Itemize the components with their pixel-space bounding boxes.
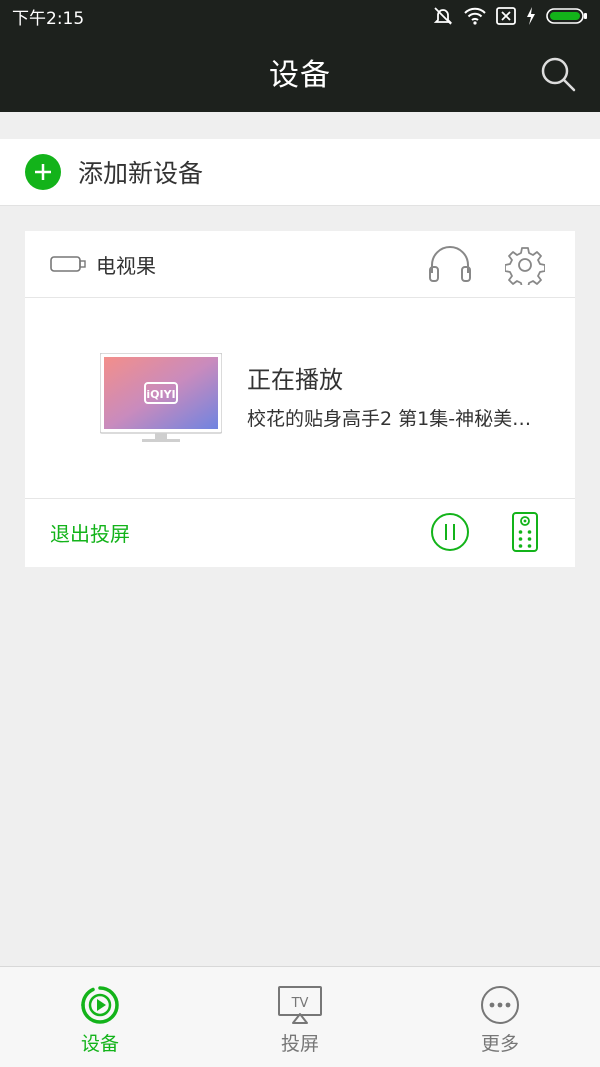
status-icons <box>432 6 588 26</box>
mute-icon <box>433 7 453 25</box>
plus-icon <box>25 154 61 190</box>
tv-cast-icon: TV <box>278 986 322 1024</box>
device-name: 电视果 <box>96 253 156 278</box>
iqiyi-logo: iQIYI <box>146 388 175 401</box>
add-device-button[interactable]: 添加新设备 <box>0 139 600 206</box>
more-icon <box>481 986 519 1024</box>
now-playing-panel: iQIYI 正在播放 校花的贴身高手2 第1集-神秘美女从天而降 <box>25 298 575 499</box>
add-device-label: 添加新设备 <box>78 159 204 188</box>
gear-icon[interactable] <box>505 245 545 285</box>
no-sim-icon <box>496 7 516 25</box>
battery-icon <box>546 8 587 24</box>
status-time: 下午2:15 <box>12 8 85 29</box>
now-playing-title: 正在播放 <box>247 366 343 394</box>
page-title: 设备 <box>269 58 331 93</box>
nav-label-more: 更多 <box>480 1033 519 1055</box>
play-circle-icon <box>81 986 119 1024</box>
pause-button[interactable] <box>430 512 470 552</box>
exit-cast-button[interactable]: 退出投屏 <box>50 518 130 547</box>
nav-item-devices[interactable]: 设备 <box>0 967 200 1067</box>
tv-thumbnail: iQIYI <box>100 353 222 442</box>
device-card-header: 电视果 <box>25 231 575 298</box>
device-card: 电视果 iQIYI 正在播放 校花的贴身高手2 第1集-神秘美女从 退出投屏 <box>25 231 575 567</box>
charging-icon <box>527 7 535 25</box>
bottom-nav: 设备 TV 投屏 更多 <box>0 966 600 1067</box>
headphones-icon[interactable] <box>428 245 472 283</box>
remote-control-button[interactable] <box>511 512 539 552</box>
wifi-icon <box>464 7 486 25</box>
media-title: 校花的贴身高手2 第1集-神秘美女从天而降 <box>247 408 547 430</box>
device-card-footer: 退出投屏 <box>25 499 575 566</box>
search-icon[interactable] <box>540 56 576 92</box>
tv-badge: TV <box>291 996 309 1011</box>
nav-item-more[interactable]: 更多 <box>400 967 600 1067</box>
app-bar: 设备 <box>0 32 600 112</box>
nav-label-cast: 投屏 <box>280 1033 319 1055</box>
nav-label-devices: 设备 <box>80 1033 119 1055</box>
nav-item-cast[interactable]: TV 投屏 <box>200 967 400 1067</box>
tv-dongle-icon <box>50 256 86 272</box>
status-bar: 下午2:15 <box>0 0 600 32</box>
